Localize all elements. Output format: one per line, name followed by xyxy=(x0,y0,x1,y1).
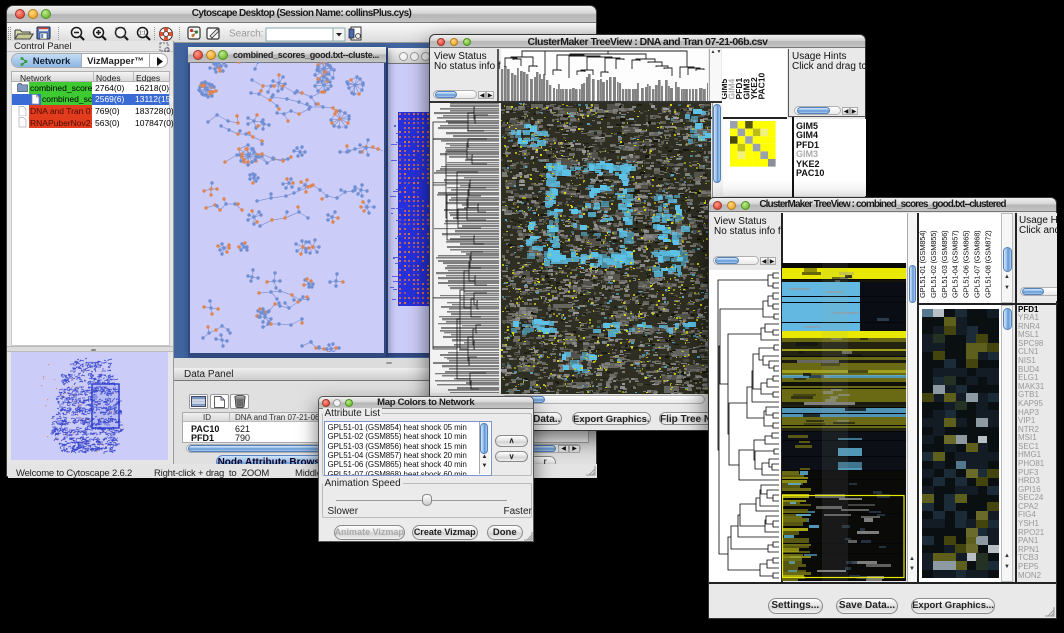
svg-text:1:1: 1:1 xyxy=(139,31,146,37)
svg-text:Search:: Search: xyxy=(229,29,263,40)
svg-text:PAC10: PAC10 xyxy=(757,72,767,99)
svg-text:GPL51-04 (GSM857): GPL51-04 (GSM857) xyxy=(951,230,960,298)
svg-text:GPL51-07 (GSM868): GPL51-07 (GSM868) xyxy=(973,230,982,298)
svg-text:GPL51-01 (GSM854): GPL51-01 (GSM854) xyxy=(918,230,927,298)
svg-text:GPL51-08 (GSM872): GPL51-08 (GSM872) xyxy=(983,230,992,298)
svg-text:GPL51-06 (GSM865): GPL51-06 (GSM865) xyxy=(962,230,971,298)
svg-text:GPL51-02 (GSM855): GPL51-02 (GSM855) xyxy=(929,230,938,298)
svg-text:GPL51-03 (GSM856): GPL51-03 (GSM856) xyxy=(940,230,949,298)
